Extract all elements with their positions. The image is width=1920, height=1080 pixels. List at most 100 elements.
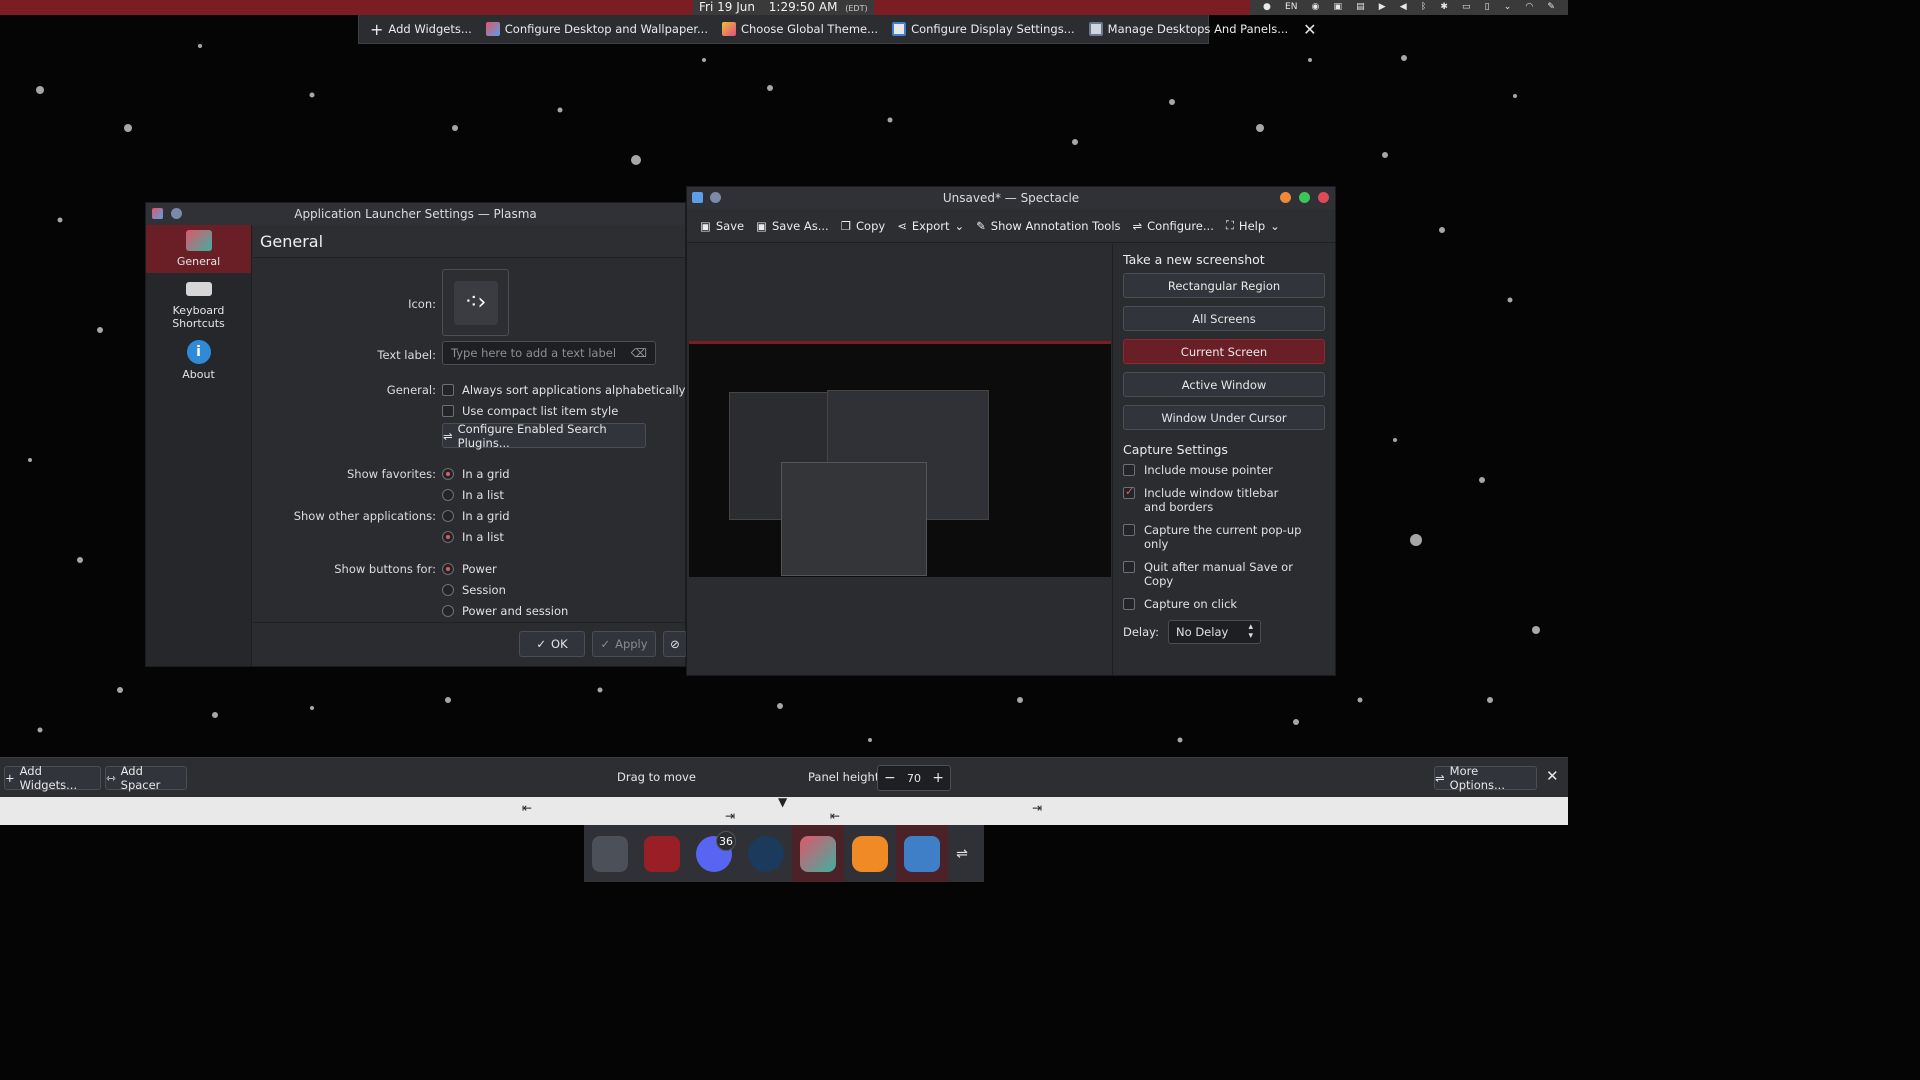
favorites-grid-radio[interactable] xyxy=(442,468,454,480)
minimize-button[interactable] xyxy=(1280,192,1291,203)
save-as-button[interactable]: ▣ Save As... xyxy=(751,214,834,238)
min-length-handle-icon[interactable]: ⇥ xyxy=(725,809,735,823)
clear-input-icon[interactable]: ⌫ xyxy=(631,346,647,360)
drag-to-move-label[interactable]: Drag to move xyxy=(617,770,696,784)
volume-icon[interactable]: ◀ xyxy=(1400,0,1407,15)
dock-discord[interactable]: 36 xyxy=(688,825,740,882)
panel-height-value[interactable]: 70 xyxy=(907,772,921,785)
steam-tray-icon[interactable]: ◉ xyxy=(1312,0,1320,15)
bluetooth-icon[interactable]: ᛒ xyxy=(1421,0,1426,15)
dock-system-settings[interactable] xyxy=(584,825,636,882)
window-under-cursor-button[interactable]: Window Under Cursor xyxy=(1123,405,1325,430)
max-length-handle-icon[interactable]: ⇤ xyxy=(830,809,840,823)
show-annotation-tools-button[interactable]: ✎ Show Annotation Tools xyxy=(971,214,1125,238)
configure-desktop-button[interactable]: Configure Desktop and Wallpaper... xyxy=(481,17,713,41)
manage-desktops-button[interactable]: Manage Desktops And Panels... xyxy=(1084,17,1294,41)
apply-button[interactable]: ✓ Apply xyxy=(592,631,656,657)
buttons-power-radio[interactable] xyxy=(442,563,454,575)
spectacle-titlebar[interactable]: Unsaved* — Spectacle xyxy=(687,187,1335,209)
export-button[interactable]: ⋖ Export ⌄ xyxy=(892,214,969,238)
other-apps-grid-option[interactable]: In a grid xyxy=(442,509,510,523)
maximize-button[interactable] xyxy=(1299,192,1310,203)
rectangular-region-button[interactable]: Rectangular Region xyxy=(1123,273,1325,298)
display-icon[interactable]: ▭ xyxy=(1462,0,1471,15)
quit-after-save-option[interactable]: Quit after manual Save or Copy xyxy=(1123,560,1325,588)
include-mouse-pointer-option[interactable]: Include mouse pointer xyxy=(1123,463,1325,477)
window-menu-icon[interactable] xyxy=(710,192,721,203)
global-theme-button[interactable]: Choose Global Theme... xyxy=(717,17,883,41)
buttons-session-option[interactable]: Session xyxy=(442,583,506,597)
favorites-grid-option[interactable]: In a grid xyxy=(442,467,510,481)
sort-alphabetically-option[interactable]: Always sort applications alphabetically xyxy=(442,383,686,397)
include-mouse-pointer-checkbox[interactable] xyxy=(1123,464,1135,476)
capture-on-click-option[interactable]: Capture on click xyxy=(1123,597,1325,611)
screenshot-thumbnail[interactable] xyxy=(689,341,1111,577)
add-widgets-button[interactable]: + Add Widgets... xyxy=(4,764,101,792)
compact-list-checkbox[interactable] xyxy=(442,405,454,417)
dock-brave[interactable] xyxy=(844,825,896,882)
sidebar-item-general[interactable]: General xyxy=(146,225,251,273)
chevron-down-icon[interactable]: ⌄ xyxy=(1504,0,1512,15)
display-settings-button[interactable]: Configure Display Settings... xyxy=(887,17,1080,41)
include-titlebar-checkbox[interactable] xyxy=(1123,485,1135,499)
text-label-input[interactable]: Type here to add a text label ⌫ xyxy=(442,341,656,365)
dock-panel-settings[interactable]: ⇌ xyxy=(948,825,976,882)
window-menu-icon[interactable] xyxy=(171,208,182,219)
dock-file-manager[interactable] xyxy=(636,825,688,882)
left-edge-handle-icon[interactable]: ⇤ xyxy=(522,801,532,815)
buttons-power-session-radio[interactable] xyxy=(442,605,454,617)
close-icon[interactable]: ✕ xyxy=(1297,20,1322,39)
add-spacer-button[interactable]: ⇿ Add Spacer xyxy=(105,764,187,792)
buttons-power-session-option[interactable]: Power and session xyxy=(442,604,568,618)
add-widgets-button[interactable]: + Add Widgets... xyxy=(365,17,477,41)
current-screen-button[interactable]: Current Screen xyxy=(1123,339,1325,364)
clock[interactable]: Fri 19 Jun 1:29:50 AM (EDT) xyxy=(693,0,874,15)
sort-alphabetically-checkbox[interactable] xyxy=(442,384,454,396)
favorites-list-option[interactable]: In a list xyxy=(442,488,504,502)
offset-handle-icon[interactable]: ▼ xyxy=(778,795,787,809)
more-options-button[interactable]: ⇌ More Options... xyxy=(1434,764,1537,792)
capture-on-click-checkbox[interactable] xyxy=(1123,598,1135,610)
sidebar-item-keyboard-shortcuts[interactable]: Keyboard Shortcuts xyxy=(146,273,251,335)
network-icon[interactable]: ✱ xyxy=(1440,0,1448,15)
icon-picker-button[interactable]: ⁖› xyxy=(442,269,509,336)
ok-button[interactable]: ✓ OK xyxy=(519,631,585,657)
spin-arrows-icon[interactable]: ▴ ▾ xyxy=(1249,623,1254,641)
minus-icon[interactable]: − xyxy=(884,770,896,786)
buttons-session-radio[interactable] xyxy=(442,584,454,596)
other-apps-grid-radio[interactable] xyxy=(442,510,454,522)
other-apps-list-radio[interactable] xyxy=(442,531,454,543)
launcher-titlebar[interactable]: Application Launcher Settings — Plasma xyxy=(146,203,685,225)
close-button[interactable] xyxy=(1318,192,1329,203)
help-button[interactable]: ⛶ Help ⌄ xyxy=(1221,214,1285,238)
quit-after-save-checkbox[interactable] xyxy=(1123,561,1135,573)
dock-spectacle[interactable] xyxy=(896,825,948,882)
wifi-icon[interactable]: ◠ xyxy=(1525,0,1533,15)
favorites-list-radio[interactable] xyxy=(442,489,454,501)
panel-height-stepper[interactable]: − 70 + xyxy=(877,765,951,791)
cancel-button[interactable]: ⊘ xyxy=(663,631,687,657)
include-titlebar-option[interactable]: Include window titlebar and borders xyxy=(1123,485,1325,514)
screenshot-preview-area[interactable] xyxy=(687,244,1111,675)
dock-plasma-settings[interactable] xyxy=(792,825,844,882)
sidebar-item-about[interactable]: i About xyxy=(146,335,251,381)
right-edge-handle-icon[interactable]: ⇥ xyxy=(1032,801,1042,815)
pen-icon[interactable]: ✎ xyxy=(1547,0,1555,15)
capture-popup-only-checkbox[interactable] xyxy=(1123,524,1135,536)
compact-list-option[interactable]: Use compact list item style xyxy=(442,404,618,418)
save-button[interactable]: ▣ Save xyxy=(695,214,749,238)
buttons-power-option[interactable]: Power xyxy=(442,562,497,576)
active-window-button[interactable]: Active Window xyxy=(1123,372,1325,397)
capture-popup-only-option[interactable]: Capture the current pop-up only xyxy=(1123,523,1325,551)
keyboard-layout-indicator[interactable]: EN xyxy=(1285,0,1297,15)
plus-icon[interactable]: + xyxy=(932,770,944,786)
all-screens-button[interactable]: All Screens xyxy=(1123,306,1325,331)
configure-button[interactable]: ⇌ Configure... xyxy=(1128,214,1219,238)
battery-icon[interactable]: ▯ xyxy=(1485,0,1490,15)
dock-steam[interactable] xyxy=(740,825,792,882)
notes-icon[interactable]: ▤ xyxy=(1356,0,1365,15)
delay-spinbox[interactable]: No Delay ▴ ▾ xyxy=(1168,620,1262,644)
media-icon[interactable]: ▶ xyxy=(1379,0,1386,15)
configure-search-plugins-button[interactable]: ⇌ Configure Enabled Search Plugins... xyxy=(442,422,646,450)
other-apps-list-option[interactable]: In a list xyxy=(442,530,504,544)
